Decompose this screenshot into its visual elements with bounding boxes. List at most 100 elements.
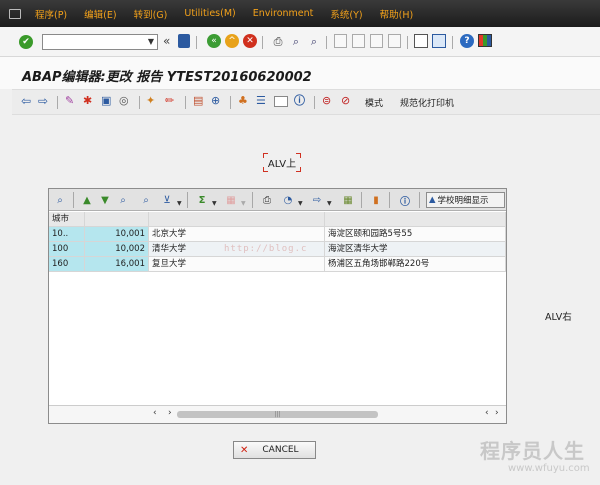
history-icon[interactable]: « xyxy=(163,35,170,47)
print-icon[interactable]: ⎙ xyxy=(271,34,285,48)
menu-item-environment[interactable]: Environment xyxy=(253,8,314,19)
column-header-city[interactable]: 城市 xyxy=(49,212,85,227)
filter-icon[interactable]: ⊻ xyxy=(159,192,175,208)
scrollbar-thumb[interactable]: ||| xyxy=(177,411,378,418)
info-icon[interactable]: ⓘ xyxy=(397,192,413,208)
fullscreen-icon[interactable] xyxy=(274,96,288,107)
help-icon[interactable]: ? xyxy=(460,34,474,48)
forward-arrow-icon[interactable]: ⇨ xyxy=(38,95,48,107)
breakpoint-session-icon[interactable]: ⊜ xyxy=(322,95,331,106)
back-icon[interactable]: « xyxy=(207,34,221,48)
table-cell-key[interactable]: 10,001 xyxy=(85,227,149,242)
menu-item-help[interactable]: 帮助(H) xyxy=(380,7,414,21)
first-page-icon[interactable] xyxy=(334,34,347,48)
details-icon[interactable]: ⌕ xyxy=(52,192,68,208)
menu-item-program[interactable]: 程序(P) xyxy=(35,7,67,21)
table-cell-key[interactable]: 10,002 xyxy=(85,242,149,257)
menu-item-goto[interactable]: 转到(G) xyxy=(134,7,168,21)
scrollbar-track[interactable]: ||| xyxy=(177,410,477,420)
toolbar-separator xyxy=(252,192,253,208)
info-icon[interactable]: ⓘ xyxy=(294,95,305,106)
watermark-url: http://blog.c xyxy=(224,244,308,254)
cancel-icon[interactable]: ✕ xyxy=(243,34,257,48)
table-row[interactable]: 160 16,001 复旦大学 杨浦区五角场邯郸路220号 xyxy=(49,257,506,272)
new-session-icon[interactable] xyxy=(414,34,428,48)
next-page-icon[interactable] xyxy=(370,34,383,48)
other-object-icon[interactable]: ▣ xyxy=(101,95,111,106)
menu-item-system[interactable]: 系统(Y) xyxy=(330,7,362,21)
scroll-left-icon[interactable]: ‹ xyxy=(153,408,157,418)
shortcut-icon[interactable] xyxy=(432,34,446,48)
table-cell[interactable]: 海淀区清华大学 xyxy=(325,242,506,257)
stop-icon[interactable]: ⊘ xyxy=(341,95,350,106)
chevron-down-icon[interactable]: ▼ xyxy=(212,200,217,207)
alv-top-label-text: ALV上 xyxy=(267,159,297,170)
table-cell[interactable]: 复旦大学 xyxy=(149,257,325,272)
system-menu-icon[interactable] xyxy=(9,8,21,19)
layout-icon[interactable]: ▦ xyxy=(340,192,356,208)
mode-button[interactable]: 模式 xyxy=(365,96,383,109)
previous-page-icon[interactable] xyxy=(352,34,365,48)
column-header[interactable] xyxy=(85,212,149,227)
back-arrow-icon[interactable]: ⇦ xyxy=(21,95,31,107)
command-field[interactable]: ▼ xyxy=(42,34,158,50)
last-page-icon[interactable] xyxy=(388,34,401,48)
graphic-icon[interactable]: ▮ xyxy=(368,192,384,208)
find-next-icon[interactable]: ⌕ xyxy=(307,34,321,48)
column-header[interactable] xyxy=(325,212,506,227)
customize-layout-icon[interactable] xyxy=(478,34,492,47)
find-next-icon[interactable]: ⌕ xyxy=(138,192,154,208)
print-preview-icon[interactable]: ⎙ xyxy=(259,192,275,208)
exit-icon[interactable]: ^ xyxy=(225,34,239,48)
breakpoint-icon[interactable]: ▤ xyxy=(193,95,203,106)
sum-icon[interactable]: Σ xyxy=(194,192,210,208)
display-change-icon[interactable]: ✎ xyxy=(65,95,74,106)
column-header[interactable] xyxy=(149,212,325,227)
save-icon[interactable] xyxy=(178,34,190,48)
object-list-icon[interactable]: ☰ xyxy=(256,95,266,106)
menu-item-utilities[interactable]: Utilities(M) xyxy=(184,8,235,19)
sort-ascending-icon[interactable]: ▲ xyxy=(79,192,95,208)
activate-icon[interactable]: ✱ xyxy=(83,95,92,106)
alv-right-label: ALV右 xyxy=(545,312,572,323)
alv-grid-container: ⌕ ▲ ▼ ⌕ ⌕ ⊻ ▼ Σ ▼ ▦ ▼ ⎙ ◔ ▼ ⇨ ▼ ▦ ▮ ⓘ ▲ … xyxy=(48,188,507,424)
table-cell[interactable]: 北京大学 xyxy=(149,227,325,242)
toolbar-separator xyxy=(196,36,197,49)
scroll-right-icon[interactable]: › xyxy=(495,408,499,418)
check-icon[interactable]: ◎ xyxy=(119,95,129,106)
table-cell[interactable]: 杨浦区五角场邯郸路220号 xyxy=(325,257,506,272)
cancel-button-label: CANCEL xyxy=(262,445,299,455)
standard-toolbar: ✔ ▼ « « ^ ✕ ⎙ ⌕ ⌕ ? xyxy=(0,27,600,57)
pattern-icon[interactable]: ✏ xyxy=(165,95,174,106)
table-row[interactable]: 10.. 10,001 北京大学 海淀区颐和园路5号55 xyxy=(49,227,506,242)
selection-corner xyxy=(296,153,301,158)
toolbar-separator xyxy=(262,36,263,49)
pretty-printer-button[interactable]: 规范化打印机 xyxy=(400,96,454,109)
toolbar-separator xyxy=(57,96,58,109)
where-used-icon[interactable]: ✦ xyxy=(146,95,155,106)
menu-item-edit[interactable]: 编辑(E) xyxy=(84,7,116,21)
chevron-down-icon[interactable]: ▼ xyxy=(327,200,332,207)
chevron-down-icon[interactable]: ▼ xyxy=(298,200,303,207)
table-cell-key[interactable]: 100 xyxy=(49,242,85,257)
hierarchy-icon[interactable]: ♣ xyxy=(238,95,248,106)
scroll-right-icon[interactable]: › xyxy=(168,408,172,418)
test-icon[interactable]: ⊕ xyxy=(211,95,220,106)
table-cell-key[interactable]: 16,001 xyxy=(85,257,149,272)
scroll-left-icon[interactable]: ‹ xyxy=(485,408,489,418)
subtotal-icon: ▦ xyxy=(226,194,236,206)
table-cell[interactable]: 海淀区颐和园路5号55 xyxy=(325,227,506,242)
cancel-button[interactable]: ✕ CANCEL xyxy=(233,441,316,459)
table-cell-key[interactable]: 10.. xyxy=(49,227,85,242)
find-icon[interactable]: ⌕ xyxy=(289,34,303,48)
export-icon[interactable]: ⇨ xyxy=(309,192,325,208)
horizontal-scrollbar[interactable]: ‹ › ||| ‹ › xyxy=(49,405,506,423)
views-icon[interactable]: ◔ xyxy=(280,192,296,208)
chevron-down-icon[interactable]: ▼ xyxy=(148,37,154,46)
enter-icon[interactable]: ✔ xyxy=(19,35,33,49)
sort-descending-icon[interactable]: ▼ xyxy=(97,192,113,208)
school-detail-button[interactable]: ▲ 学校明细显示 xyxy=(426,192,505,208)
table-cell-key[interactable]: 160 xyxy=(49,257,85,272)
find-icon[interactable]: ⌕ xyxy=(115,192,131,208)
chevron-down-icon[interactable]: ▼ xyxy=(177,200,182,207)
